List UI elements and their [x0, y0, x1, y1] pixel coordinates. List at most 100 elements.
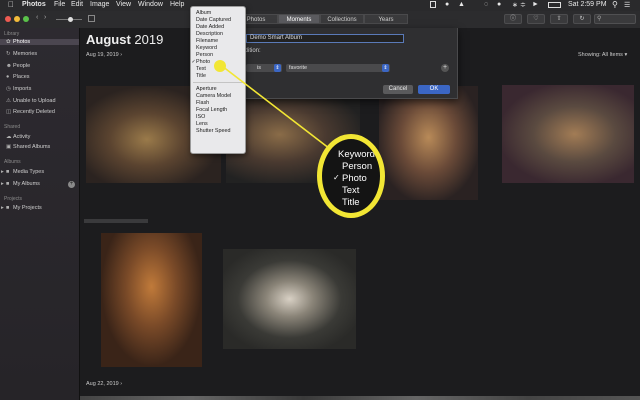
sidebar-item-my-projects[interactable]: ▸ ■ My Projects [1, 205, 42, 211]
sidebar-header-library: Library [4, 31, 20, 37]
album-name-field[interactable]: Demo Smart Album [246, 34, 404, 43]
wifi-icon[interactable]: ≑ [520, 1, 526, 9]
sidebar: Library ✿ Photos ↻ Memories ☻People ● Place… [0, 28, 80, 400]
sidebar-item-label: My Projects [13, 205, 42, 211]
ok-button[interactable]: OK [418, 85, 450, 94]
search-input[interactable]: ⚲ [594, 14, 636, 24]
cancel-button[interactable]: Cancel [383, 85, 413, 94]
window-toolbar: ‹ › Photos Moments Collections Years ⓘ ♡… [0, 11, 640, 29]
folder-icon: ■ [6, 181, 10, 187]
sidebar-item-shared-albums[interactable]: ▣ Shared Albums [6, 144, 50, 150]
photo-thumbnail[interactable] [379, 86, 478, 200]
close-window-button[interactable] [5, 16, 11, 22]
info-button[interactable]: ⓘ [504, 14, 522, 24]
sidebar-item-label: Photos [13, 39, 31, 45]
magnified-item-title: Title [342, 197, 360, 208]
places-icon: ● [6, 74, 10, 80]
sidebar-item-imports[interactable]: ◷ Imports [6, 86, 31, 92]
sidebar-item-memories[interactable]: ↻ Memories [6, 51, 37, 57]
status-icon[interactable]: ▲ [458, 1, 465, 8]
forward-icon[interactable]: › [44, 14, 46, 21]
moment-date[interactable]: Aug 19, 2019 › [86, 52, 122, 58]
folder-icon: ■ [6, 205, 10, 211]
sidebar-header-shared: Shared [4, 124, 21, 130]
showing-filter[interactable]: Showing: All Items ▾ [578, 52, 627, 58]
sidebar-item-places[interactable]: ● Places [6, 74, 30, 80]
sidebar-item-label: Unable to Upload [13, 98, 56, 104]
menu-item-album[interactable]: Album [191, 10, 245, 17]
activity-icon: ☁ [6, 134, 12, 140]
tab-collections[interactable]: Collections [320, 14, 364, 24]
photo-thumbnail[interactable] [101, 233, 202, 367]
menu-item-filename[interactable]: Filename [191, 38, 245, 45]
menu-view[interactable]: View [116, 1, 131, 8]
sidebar-header-projects: Projects [4, 196, 23, 202]
status-icon[interactable]: ● [445, 1, 449, 8]
sidebar-item-label: Memories [13, 51, 38, 57]
magnified-item-person: Person [342, 161, 373, 172]
menu-item-person[interactable]: Person [191, 52, 245, 59]
menu-image[interactable]: Image [90, 1, 109, 8]
menu-item-date-added[interactable]: Date Added [191, 24, 245, 31]
sidebar-item-media-types[interactable]: ▸ ■ Media Types [1, 169, 44, 175]
sidebar-item-recently-deleted[interactable]: ◫ Recently Deleted [6, 109, 55, 115]
zoom-window-button[interactable] [23, 16, 29, 22]
menu-help[interactable]: Help [170, 1, 184, 8]
search-icon[interactable]: ⚲ [612, 0, 618, 9]
photo-thumbnail[interactable] [502, 85, 634, 183]
share-button[interactable]: ⇧ [550, 14, 568, 24]
imports-icon: ◷ [6, 86, 11, 92]
sidebar-item-unable-to-upload[interactable]: ⚠ Unable to Upload [6, 98, 56, 104]
menu-item-description[interactable]: Description [191, 31, 245, 38]
sidebar-item-label: Media Types [13, 169, 45, 175]
menubar-clock[interactable]: Sat 2:59 PM [568, 1, 607, 8]
chevron-updown-icon: ⇕ [382, 64, 389, 72]
back-icon[interactable]: ‹ [36, 14, 38, 21]
sidebar-item-label: People [13, 63, 31, 69]
magnified-item-keyword: Keyword [338, 149, 375, 160]
display-mode-icon[interactable] [88, 15, 95, 22]
battery-icon[interactable] [548, 2, 561, 8]
add-album-icon[interactable]: + [68, 181, 75, 188]
menu-file[interactable]: File [54, 1, 65, 8]
next-moment-strip [80, 396, 640, 400]
magnifier-callout: Keyword Person Photo Text Title [317, 134, 385, 218]
search-icon: ⚲ [597, 16, 602, 22]
moment-date[interactable]: Aug 22, 2019 › [86, 381, 122, 387]
photo-thumbnail[interactable] [223, 249, 356, 349]
control-center-icon[interactable]: ☰ [624, 1, 630, 9]
magnified-item-photo: Photo [333, 173, 367, 184]
tab-years[interactable]: Years [364, 14, 408, 24]
status-icon[interactable]: ◌ [484, 1, 488, 8]
memories-icon: ↻ [6, 51, 11, 57]
sidebar-item-my-albums[interactable]: ▸ ■ My Albums [1, 181, 40, 187]
sidebar-item-people[interactable]: ☻People [6, 63, 30, 69]
menu-item-date-captured[interactable]: Date Captured [191, 17, 245, 24]
page-title: August 2019 [86, 32, 164, 47]
sidebar-item-label: Shared Albums [13, 144, 51, 150]
apple-menu-icon[interactable]:  [8, 0, 14, 9]
rotate-button[interactable]: ↻ [573, 14, 591, 24]
folder-icon: ■ [6, 169, 10, 175]
sidebar-item-activity[interactable]: ☁ Activity [6, 134, 30, 140]
add-condition-icon[interactable]: + [441, 64, 449, 72]
tab-moments[interactable]: Moments [278, 14, 320, 24]
zoom-slider-knob[interactable] [68, 17, 73, 22]
favorite-button[interactable]: ♡ [527, 14, 545, 24]
menu-item-keyword[interactable]: Keyword [191, 45, 245, 52]
minimize-window-button[interactable] [14, 16, 20, 22]
volume-icon[interactable]: ► [532, 1, 539, 8]
menu-window[interactable]: Window [138, 1, 163, 8]
sidebar-item-label: Recently Deleted [13, 109, 55, 115]
callout-line-stroke [222, 66, 335, 153]
bluetooth-icon[interactable]: ∗ [512, 1, 518, 9]
sidebar-item-label: Places [13, 74, 30, 80]
menu-edit[interactable]: Edit [71, 1, 83, 8]
trash-icon: ◫ [6, 109, 12, 115]
sidebar-item-photos[interactable]: ✿ Photos [0, 39, 79, 45]
app-menu[interactable]: Photos [22, 1, 46, 8]
dropbox-icon[interactable] [430, 1, 436, 8]
status-icon[interactable]: ● [497, 1, 501, 8]
magnified-item-text: Text [342, 185, 360, 196]
shared-albums-icon: ▣ [6, 144, 12, 150]
